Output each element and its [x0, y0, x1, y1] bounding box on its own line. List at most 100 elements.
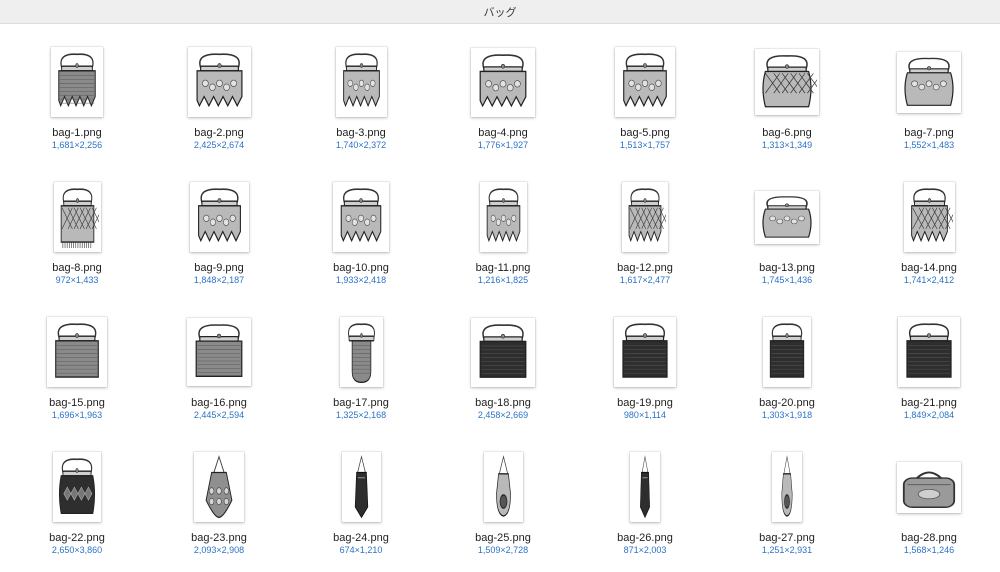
file-item[interactable]: bag-7.png 1,552×1,483	[858, 24, 1000, 159]
file-dimensions: 1,848×2,187	[193, 275, 245, 285]
file-name[interactable]: bag-14.png	[901, 262, 957, 275]
bag-illustration	[479, 53, 527, 107]
file-name[interactable]: bag-3.png	[336, 127, 386, 140]
file-item[interactable]: bag-24.png 674×1,210	[290, 429, 432, 564]
file-item[interactable]: bag-14.png 1,741×2,412	[858, 159, 1000, 294]
file-thumbnail-area	[471, 182, 535, 252]
file-item[interactable]: bag-27.png 1,251×2,931	[716, 429, 858, 564]
file-thumbnail[interactable]	[755, 49, 819, 115]
file-thumbnail-area	[329, 452, 393, 522]
file-name[interactable]: bag-4.png	[478, 127, 528, 140]
file-thumbnail[interactable]	[483, 452, 523, 522]
file-name[interactable]: bag-24.png	[333, 532, 389, 545]
file-name[interactable]: bag-20.png	[759, 397, 815, 410]
file-item[interactable]: bag-22.png 2,650×3,860	[6, 429, 148, 564]
file-thumbnail[interactable]	[614, 317, 676, 387]
bag-illustration	[902, 471, 956, 508]
file-dimensions: 1,740×2,372	[335, 140, 387, 150]
file-item[interactable]: bag-25.png 1,509×2,728	[432, 429, 574, 564]
file-dimensions: 1,303×1,918	[761, 410, 813, 420]
file-thumbnail[interactable]	[194, 452, 244, 522]
file-thumbnail[interactable]	[47, 317, 107, 387]
file-item[interactable]: bag-2.png 2,425×2,674	[148, 24, 290, 159]
file-item[interactable]: bag-1.png 1,681×2,256	[6, 24, 148, 159]
file-item[interactable]: bag-16.png 2,445×2,594	[148, 294, 290, 429]
file-thumbnail[interactable]	[615, 47, 675, 117]
bag-illustration	[762, 195, 812, 238]
file-name[interactable]: bag-27.png	[759, 532, 815, 545]
file-thumbnail[interactable]	[341, 452, 381, 522]
file-thumbnail-area	[187, 182, 251, 252]
file-name[interactable]: bag-2.png	[194, 127, 244, 140]
file-name[interactable]: bag-11.png	[476, 262, 531, 275]
file-dimensions: 2,425×2,674	[193, 140, 245, 150]
file-thumbnail[interactable]	[898, 317, 960, 387]
file-thumbnail-area	[471, 317, 535, 387]
file-name[interactable]: bag-28.png	[901, 532, 957, 545]
file-thumbnail[interactable]	[772, 452, 802, 522]
file-item[interactable]: bag-20.png 1,303×1,918	[716, 294, 858, 429]
file-thumbnail[interactable]	[479, 182, 527, 252]
file-thumbnail[interactable]	[630, 452, 660, 522]
file-name[interactable]: bag-25.png	[475, 532, 531, 545]
file-item[interactable]: bag-19.png 980×1,114	[574, 294, 716, 429]
file-name[interactable]: bag-21.png	[901, 397, 957, 410]
file-item[interactable]: bag-12.png 1,617×2,477	[574, 159, 716, 294]
file-thumbnail[interactable]	[471, 47, 535, 117]
file-name[interactable]: bag-7.png	[904, 127, 954, 140]
file-item[interactable]: bag-8.png 972×1,433	[6, 159, 148, 294]
file-item[interactable]: bag-26.png 871×2,003	[574, 429, 716, 564]
file-name[interactable]: bag-1.png	[52, 127, 102, 140]
file-name[interactable]: bag-16.png	[191, 397, 247, 410]
file-name[interactable]: bag-23.png	[191, 532, 247, 545]
file-name[interactable]: bag-15.png	[49, 397, 105, 410]
file-thumbnail[interactable]	[53, 452, 101, 522]
file-thumbnail[interactable]	[51, 47, 103, 117]
file-item[interactable]: bag-17.png 1,325×2,168	[290, 294, 432, 429]
file-name[interactable]: bag-19.png	[617, 397, 673, 410]
file-thumbnail[interactable]	[339, 317, 383, 387]
file-thumbnail[interactable]	[187, 318, 251, 386]
file-item[interactable]: bag-28.png 1,568×1,246	[858, 429, 1000, 564]
file-thumbnail[interactable]	[903, 182, 955, 252]
file-name[interactable]: bag-13.png	[759, 262, 815, 275]
file-dimensions: 1,681×2,256	[51, 140, 103, 150]
file-item[interactable]: bag-3.png 1,740×2,372	[290, 24, 432, 159]
file-item[interactable]: bag-5.png 1,513×1,757	[574, 24, 716, 159]
file-name[interactable]: bag-18.png	[475, 397, 531, 410]
file-name[interactable]: bag-9.png	[194, 262, 244, 275]
file-thumbnail[interactable]	[333, 182, 389, 252]
file-name[interactable]: bag-22.png	[49, 532, 105, 545]
file-thumbnail[interactable]	[622, 182, 668, 252]
file-name[interactable]: bag-26.png	[617, 532, 673, 545]
file-item[interactable]: bag-4.png 1,776×1,927	[432, 24, 574, 159]
file-item[interactable]: bag-11.png 1,216×1,825	[432, 159, 574, 294]
file-item[interactable]: bag-18.png 2,458×2,669	[432, 294, 574, 429]
file-thumbnail[interactable]	[897, 461, 961, 513]
file-name[interactable]: bag-5.png	[620, 127, 670, 140]
file-thumbnail[interactable]	[187, 47, 251, 117]
file-name[interactable]: bag-6.png	[762, 127, 812, 140]
file-item[interactable]: bag-13.png 1,745×1,436	[716, 159, 858, 294]
file-thumbnail-area	[897, 452, 961, 522]
file-thumbnail-area	[613, 317, 677, 387]
file-name[interactable]: bag-17.png	[333, 397, 389, 410]
file-thumbnail[interactable]	[897, 51, 961, 113]
file-thumbnail[interactable]	[755, 190, 819, 244]
file-thumbnail-area	[897, 182, 961, 252]
file-item[interactable]: bag-6.png 1,313×1,349	[716, 24, 858, 159]
file-thumbnail[interactable]	[335, 47, 387, 117]
file-item[interactable]: bag-9.png 1,848×2,187	[148, 159, 290, 294]
file-item[interactable]: bag-23.png 2,093×2,908	[148, 429, 290, 564]
file-thumbnail-area	[187, 47, 251, 117]
file-item[interactable]: bag-15.png 1,696×1,963	[6, 294, 148, 429]
file-name[interactable]: bag-10.png	[333, 262, 389, 275]
file-name[interactable]: bag-8.png	[52, 262, 102, 275]
file-item[interactable]: bag-21.png 1,849×2,084	[858, 294, 1000, 429]
file-item[interactable]: bag-10.png 1,933×2,418	[290, 159, 432, 294]
file-name[interactable]: bag-12.png	[617, 262, 673, 275]
file-thumbnail[interactable]	[471, 317, 535, 387]
file-thumbnail[interactable]	[189, 182, 249, 252]
file-thumbnail[interactable]	[763, 317, 811, 387]
file-thumbnail[interactable]	[53, 182, 101, 252]
